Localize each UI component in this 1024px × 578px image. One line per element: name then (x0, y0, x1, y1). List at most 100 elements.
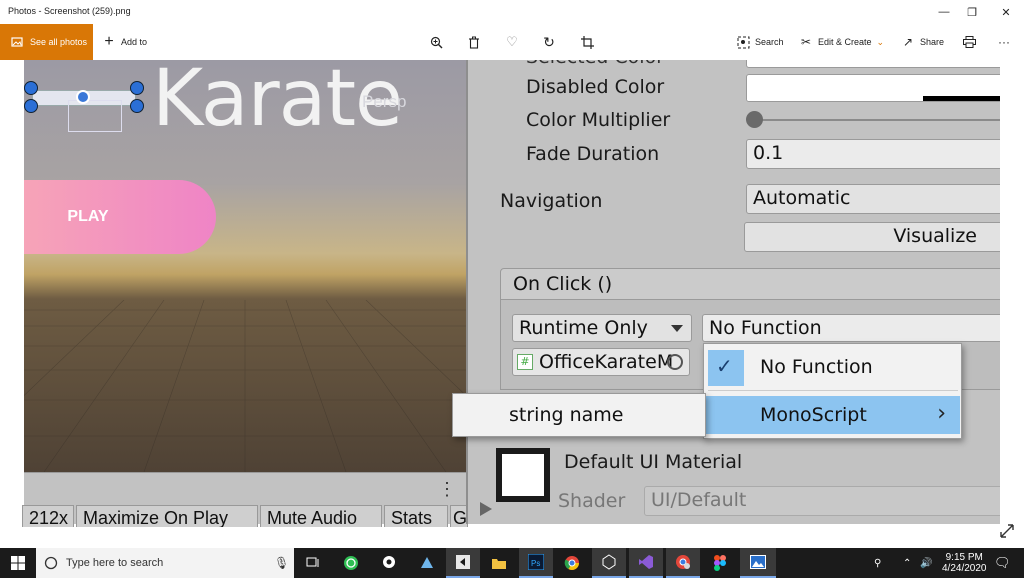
shader-dropdown[interactable]: UI/Default (644, 486, 1000, 516)
favorite-button[interactable]: ♡ (505, 24, 519, 60)
search-button[interactable]: Search (736, 24, 784, 60)
search-icon (736, 35, 750, 49)
window-title: Photos - Screenshot (259).png (8, 6, 131, 16)
print-button[interactable] (962, 24, 976, 60)
gizmo-frame (68, 100, 122, 132)
scene-grid (24, 300, 466, 472)
gizmo-handle-bottom-left[interactable] (24, 99, 38, 113)
zoom-icon (429, 35, 443, 49)
crop-icon (580, 35, 594, 49)
show-hidden-icons[interactable]: ⌃ (903, 548, 911, 578)
runtime-only-dropdown[interactable]: Runtime Only (512, 314, 692, 342)
notes-app-icon[interactable] (410, 548, 444, 578)
windows-taskbar: Type here to search 🎙 Ps ⚲ ⌃ 🔊 9:15 PM 4… (0, 548, 1024, 578)
on-click-header: On Click () (500, 268, 1000, 300)
selected-color-field[interactable] (746, 60, 1000, 68)
share-icon: ↗ (902, 35, 914, 49)
gizmo-pivot[interactable] (76, 90, 90, 104)
share-button[interactable]: ↗ Share (901, 24, 944, 60)
color-multiplier-slider[interactable] (746, 111, 763, 128)
printer-icon (962, 35, 976, 49)
stats-tab[interactable]: Stats (384, 505, 448, 527)
disabled-color-field[interactable] (746, 74, 1000, 102)
dropdown-arrow-icon (671, 325, 683, 332)
close-button[interactable]: ✕ (990, 0, 1022, 24)
function-dropdown[interactable]: No Function (702, 314, 1000, 342)
maximize-on-play-tab[interactable]: Maximize On Play (76, 505, 258, 527)
more-button[interactable]: ··· (998, 24, 1010, 60)
menu-item-no-function[interactable]: No Function (760, 356, 873, 378)
photoshop-icon[interactable]: Ps (519, 548, 553, 578)
trash-icon (467, 35, 481, 49)
search-label: Search (755, 37, 784, 47)
photos-app-icon[interactable] (740, 548, 776, 578)
color-multiplier-track (754, 119, 1000, 121)
more-icon: ··· (998, 35, 1010, 49)
object-field[interactable]: # OfficeKarateM (512, 348, 690, 376)
maps-pin-icon[interactable] (372, 548, 406, 578)
visualize-button[interactable]: Visualize (744, 222, 1000, 252)
task-view-icon[interactable] (296, 548, 330, 578)
mute-audio-tab[interactable]: Mute Audio (260, 505, 382, 527)
menu-item-monoscript[interactable]: MonoScript › (706, 396, 960, 434)
color-alpha-fill (923, 96, 1000, 101)
selected-color-label: Selected Color (526, 60, 664, 68)
clock[interactable]: 9:15 PM 4/24/2020 (942, 548, 987, 578)
add-to-button[interactable]: + Add to (102, 24, 147, 60)
search-circle-icon (44, 556, 58, 570)
menu-separator (708, 390, 958, 391)
zoom-button[interactable] (429, 24, 443, 60)
menu-item-string-name[interactable]: string name (509, 404, 623, 426)
fade-duration-label: Fade Duration (526, 143, 660, 165)
rotate-icon: ↻ (543, 33, 555, 50)
menu-dots-icon[interactable]: ⋮ (438, 479, 456, 500)
scale-tab[interactable]: 212x (22, 505, 74, 527)
taskbar-search-box[interactable]: Type here to search 🎙 (36, 548, 294, 578)
notification-icon[interactable]: 🗨 (994, 548, 1011, 578)
monoscript-submenu: string name (452, 393, 706, 437)
submenu-arrow-icon: › (937, 401, 946, 426)
visual-studio-icon[interactable] (629, 548, 663, 578)
restore-button[interactable]: ❐ (956, 0, 988, 24)
people-icon[interactable]: ⚲ (874, 548, 881, 578)
microphone-icon[interactable]: 🎙 (274, 556, 289, 570)
clock-time: 9:15 PM (945, 551, 983, 563)
color-multiplier-label: Color Multiplier (526, 109, 671, 131)
checkmark-icon: ✓ (716, 354, 733, 378)
play-button-sprite[interactable]: PLAY (24, 180, 216, 254)
file-explorer-icon[interactable] (482, 548, 516, 578)
rotate-button[interactable]: ↻ (542, 24, 556, 60)
gizmo-handle-top-right[interactable] (130, 81, 144, 95)
expand-icon[interactable] (998, 522, 1016, 540)
edit-create-button[interactable]: ✂ Edit & Create ⌄ (799, 24, 884, 60)
object-picker-icon[interactable] (667, 354, 683, 370)
start-button[interactable] (0, 548, 36, 578)
play-label: PLAY (67, 208, 109, 225)
script-icon: # (517, 354, 533, 370)
unity-hub-icon[interactable] (446, 548, 480, 578)
material-swatch (502, 454, 544, 496)
scene-view[interactable]: Karate Persp PLAY (24, 60, 466, 472)
crop-button[interactable] (580, 24, 594, 60)
unity-editor-icon[interactable] (592, 548, 626, 578)
navigation-dropdown[interactable]: Automatic (746, 184, 1000, 214)
whatsapp-icon[interactable] (334, 548, 368, 578)
material-preview (496, 448, 550, 502)
chrome-profile-icon[interactable] (666, 548, 700, 578)
edit-icon: ✂ (800, 35, 812, 49)
delete-button[interactable] (467, 24, 481, 60)
figma-icon[interactable] (703, 548, 737, 578)
gizmo-handle-top-left[interactable] (24, 81, 38, 95)
chevron-down-icon: ⌄ (876, 36, 885, 47)
foldout-arrow-icon[interactable] (480, 502, 492, 516)
volume-icon[interactable]: 🔊 (920, 548, 932, 578)
photos-icon (10, 35, 24, 49)
persp-label: Persp (362, 92, 407, 111)
see-all-photos-button[interactable]: See all photos (0, 24, 93, 60)
fade-duration-field[interactable]: 0.1 (746, 139, 1000, 169)
gizmo-handle-bottom-right[interactable] (130, 99, 144, 113)
svg-text:Ps: Ps (531, 559, 540, 568)
function-popup-menu: ✓ No Function MonoScript › (703, 343, 962, 439)
chrome-icon[interactable] (555, 548, 589, 578)
game-view-toolbar: ⋮ 212x Maximize On Play Mute Audio Stats… (22, 472, 468, 527)
